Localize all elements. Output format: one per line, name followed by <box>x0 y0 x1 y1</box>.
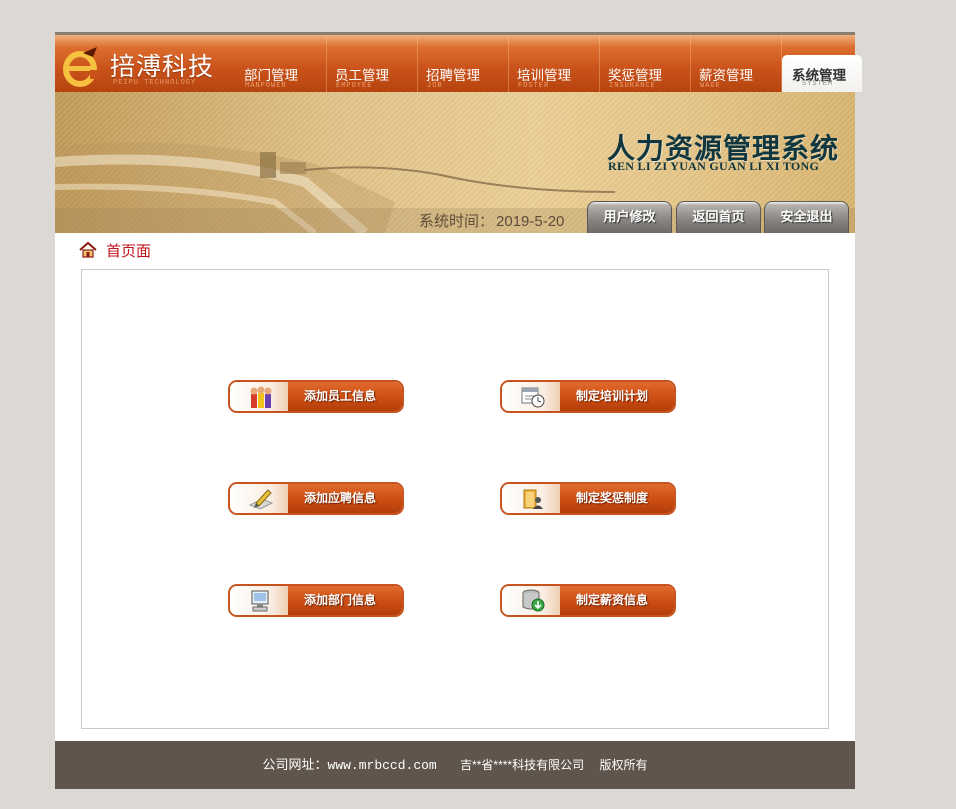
logo-subtext: PEIPU TECHNOLOGY <box>113 79 197 87</box>
footer-rights: 版权所有 <box>599 758 648 772</box>
footer-company: 吉**省****科技有限公司 <box>460 758 585 772</box>
page-container: 掊溥科技 PEIPU TECHNOLOGY 部门管理 MANPOWER 员工管理… <box>55 32 862 789</box>
main-content-panel: 添加员工信息 制定培训计划 添加应聘信息 制定奖惩制度 添加部门信息 制定薪资信… <box>81 269 829 729</box>
top-nav-bar: 掊溥科技 PEIPU TECHNOLOGY 部门管理 MANPOWER 员工管理… <box>55 32 862 92</box>
system-time-value: 2019-5-20 <box>496 213 565 230</box>
people-icon <box>250 386 272 408</box>
logout-button[interactable]: 安全退出 <box>764 201 849 233</box>
nav-sublabel: INSURANCE <box>609 82 656 90</box>
database-download-icon <box>522 589 545 612</box>
nav-item-department[interactable]: 部门管理 MANPOWER <box>236 35 327 92</box>
add-department-label: 添加部门信息 <box>288 586 402 615</box>
nav-item-training[interactable]: 培训管理 FOSTER <box>509 35 600 92</box>
training-plan-label: 制定培训计划 <box>560 382 674 411</box>
breadcrumb: 首页面 <box>79 240 151 260</box>
nav-sublabel: EMPOYEE <box>336 82 373 90</box>
nav-item-recruitment[interactable]: 招聘管理 JOB <box>418 35 509 92</box>
nav-sublabel: WAGE <box>700 82 721 90</box>
nav-label: 招聘管理 <box>426 68 480 83</box>
nav-label: 薪资管理 <box>699 68 753 83</box>
calendar-clock-icon <box>521 387 545 408</box>
nav-label: 员工管理 <box>335 68 389 83</box>
add-employee-label: 添加员工信息 <box>288 382 402 411</box>
system-time-label: 系统时间： <box>419 213 495 230</box>
salary-info-button[interactable]: 制定薪资信息 <box>500 584 676 617</box>
computer-icon <box>251 590 269 612</box>
breadcrumb-label[interactable]: 首页面 <box>106 240 151 261</box>
salary-info-label: 制定薪资信息 <box>560 586 674 615</box>
nav-sublabel: SYSTEM <box>802 80 834 88</box>
user-edit-button[interactable]: 用户修改 <box>587 201 672 233</box>
nav-sublabel: FOSTER <box>518 82 550 90</box>
nav-sublabel: JOB <box>427 82 443 90</box>
logo-text: 掊溥科技 <box>110 52 215 81</box>
add-recruit-button[interactable]: 添加应聘信息 <box>228 482 404 515</box>
reward-policy-label: 制定奖惩制度 <box>560 484 674 513</box>
training-plan-button[interactable]: 制定培训计划 <box>500 380 676 413</box>
nav-item-system[interactable]: 系统管理 SYSTEM <box>782 55 862 92</box>
system-time: 系统时间： 2019-5-20 <box>419 210 564 231</box>
back-home-button[interactable]: 返回首页 <box>676 201 761 233</box>
folder-user-icon <box>523 489 543 509</box>
nav-label: 培训管理 <box>517 68 571 83</box>
home-icon <box>79 241 97 258</box>
footer-site: 公司网址：www.mrbccd.com <box>262 758 437 773</box>
nav-label: 部门管理 <box>244 68 298 83</box>
add-department-button[interactable]: 添加部门信息 <box>228 584 404 617</box>
main-nav: 部门管理 MANPOWER 员工管理 EMPOYEE 招聘管理 JOB 培训管理… <box>236 35 862 92</box>
system-title-pinyin: REN LI ZI YUAN GUAN LI XI TONG <box>608 159 820 173</box>
add-recruit-label: 添加应聘信息 <box>288 484 402 513</box>
add-employee-button[interactable]: 添加员工信息 <box>228 380 404 413</box>
nav-item-employee[interactable]: 员工管理 EMPOYEE <box>327 35 418 92</box>
pen-paper-icon <box>248 489 274 510</box>
logo-e-icon <box>63 47 101 87</box>
nav-label: 奖惩管理 <box>608 68 662 83</box>
header-banner: 人力资源管理系统 REN LI ZI YUAN GUAN LI XI TONG … <box>55 92 855 233</box>
nav-item-salary[interactable]: 薪资管理 WAGE <box>691 35 782 92</box>
nav-item-rewards[interactable]: 奖惩管理 INSURANCE <box>600 35 691 92</box>
nav-sublabel: MANPOWER <box>245 82 287 90</box>
footer: 公司网址：www.mrbccd.com 吉**省****科技有限公司 版权所有 <box>55 741 855 789</box>
reward-policy-button[interactable]: 制定奖惩制度 <box>500 482 676 515</box>
